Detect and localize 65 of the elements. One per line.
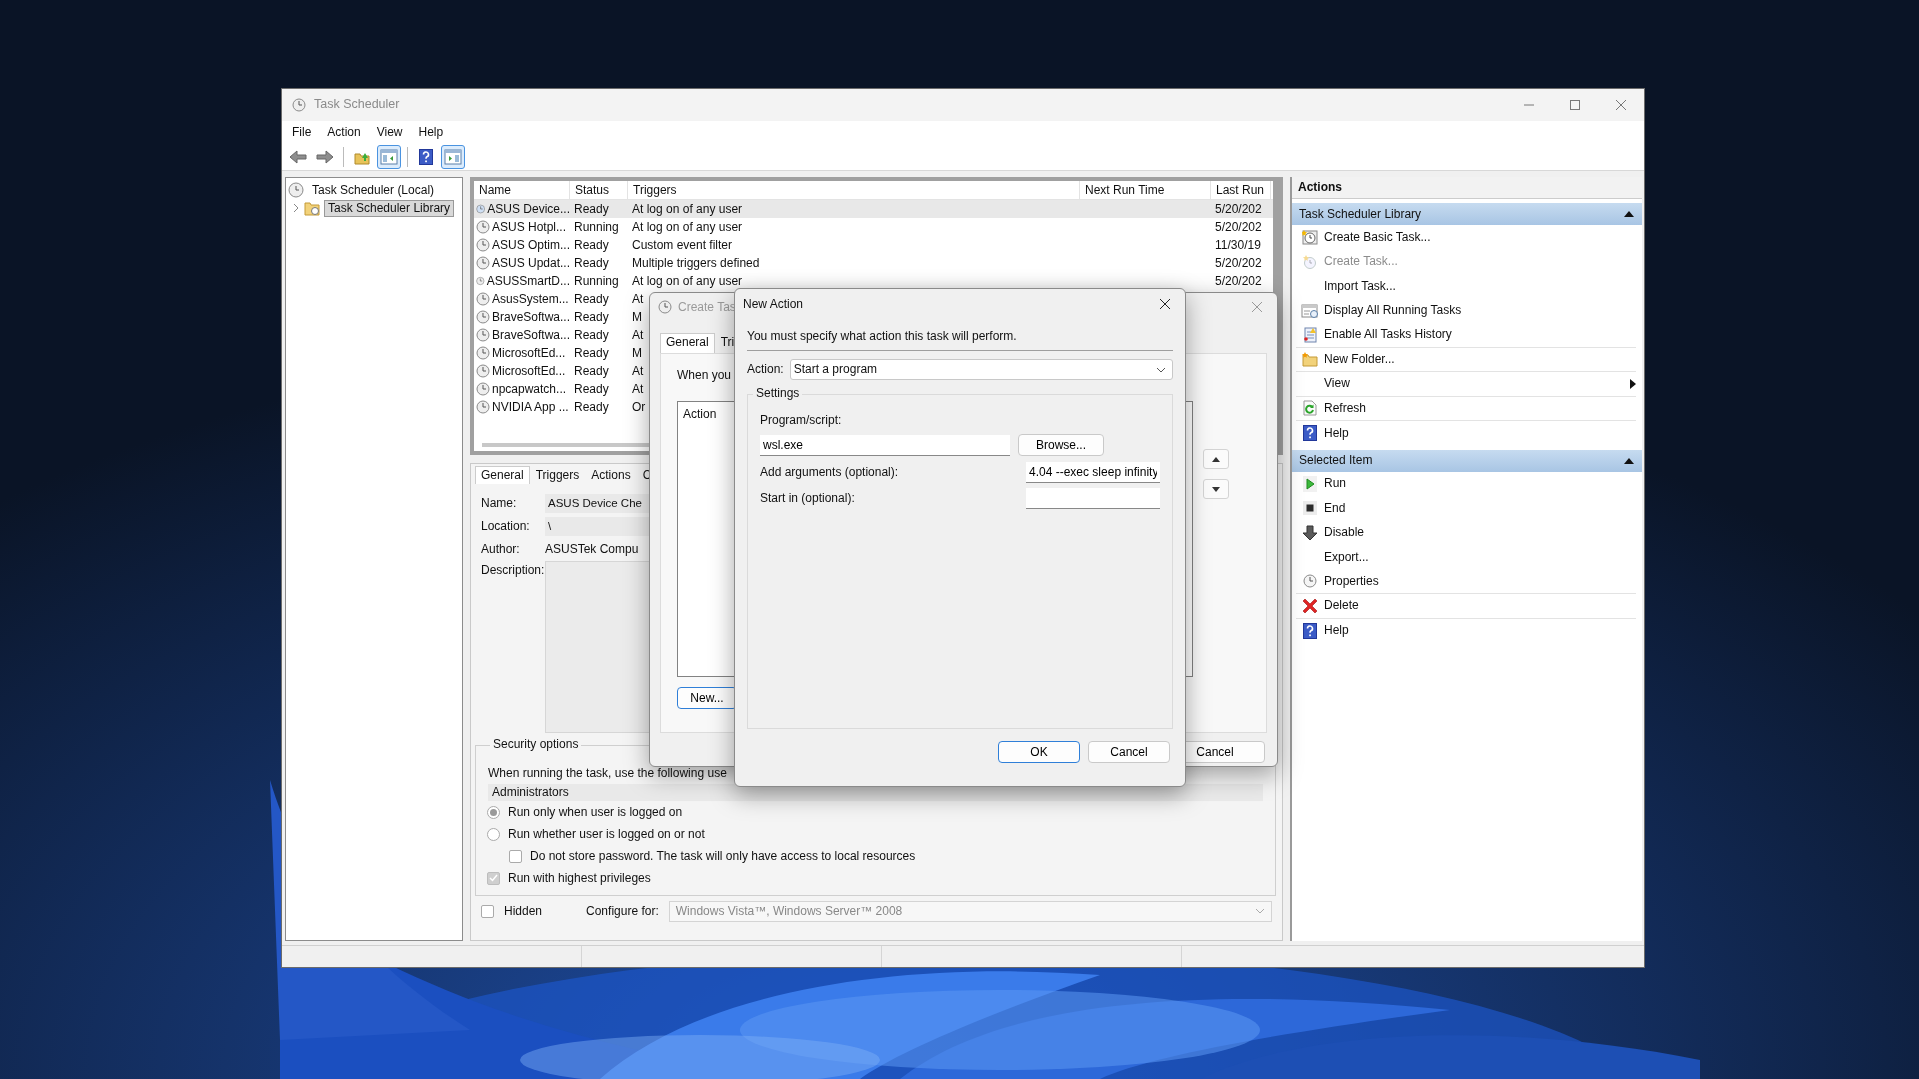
- table-cell: npcapwatch...: [492, 381, 567, 397]
- table-cell: Custom event filter: [632, 237, 733, 252]
- option-label: Do not store password. The task will only have access to local resources: [530, 848, 916, 864]
- field-label: Configure for:: [586, 903, 659, 919]
- table-cell: Running: [574, 273, 619, 288]
- table-cell: Ready: [574, 309, 609, 324]
- note-text: When running the task, use the following use: [488, 766, 728, 781]
- table-cell: Ready: [574, 363, 609, 378]
- table-cell: 11/30/19: [1215, 237, 1261, 252]
- table-cell: M: [632, 345, 642, 360]
- column-header: Action: [683, 407, 717, 421]
- table-cell: At log on of any user: [632, 201, 743, 216]
- table-cell: ASUS Hotpl...: [492, 219, 567, 235]
- table-cell: AsusSystem...: [492, 291, 569, 307]
- field-label: Name:: [480, 496, 518, 511]
- table-cell: MicrosoftEd...: [492, 363, 566, 379]
- field-label: Author:: [480, 542, 521, 557]
- table-cell: Ready: [574, 255, 609, 270]
- table-cell: Ready: [574, 399, 609, 414]
- table-cell: Running: [574, 219, 619, 234]
- option-label: Run only when user is logged on: [508, 804, 683, 820]
- table-cell: M: [632, 309, 642, 324]
- table-cell: At: [632, 381, 644, 396]
- field-label: Start in (optional):: [760, 491, 855, 506]
- table-cell: At log on of any user: [632, 273, 743, 288]
- pane-title: Actions: [1292, 177, 1642, 199]
- table-cell: At: [632, 327, 644, 342]
- table-cell: NVIDIA App ...: [492, 399, 569, 415]
- table-cell: MicrosoftEd...: [492, 345, 566, 361]
- option-label: Run whether user is logged on or not: [508, 826, 705, 842]
- table-cell: Or: [632, 399, 646, 414]
- table-cell: Ready: [574, 381, 609, 396]
- table-cell: BraveSoftwa...: [491, 309, 570, 325]
- table-cell: Ready: [574, 327, 609, 342]
- instruction-text: You must specify what action this task will perform.: [747, 329, 1173, 351]
- table-cell: At: [632, 363, 644, 378]
- table-cell: Ready: [574, 291, 609, 306]
- field-label: Action:: [747, 362, 784, 377]
- table-cell: Ready: [574, 345, 609, 360]
- table-cell: ASUS Updat...: [491, 255, 570, 271]
- field-label: Add arguments (optional):: [760, 465, 899, 480]
- field-label: Program/script:: [760, 413, 843, 428]
- field-value: ASUSTek Compu: [545, 542, 639, 557]
- table-cell: 5/20/202: [1215, 255, 1262, 270]
- table-cell: Ready: [574, 237, 609, 252]
- table-cell: ASUS Device...: [487, 201, 570, 217]
- table-cell: Ready: [574, 201, 609, 216]
- field-label: Description:: [480, 563, 545, 578]
- group-title: Settings: [753, 386, 803, 401]
- option-label: Hidden: [504, 903, 543, 919]
- table-cell: 5/20/202: [1215, 201, 1262, 216]
- table-cell: 5/20/202: [1215, 219, 1262, 234]
- table-cell: At log on of any user: [632, 219, 743, 234]
- dialog-title: New Action: [743, 296, 804, 312]
- table-cell: 5/20/202: [1215, 273, 1262, 288]
- field-label: Location:: [480, 519, 531, 534]
- table-cell: ASUS Optim...: [491, 237, 570, 253]
- table-cell: BraveSoftwa...: [491, 327, 570, 343]
- prompt-text: When you: [677, 368, 732, 382]
- option-label: Run with highest privileges: [508, 870, 651, 886]
- table-cell: At: [632, 291, 644, 306]
- window-title: Task Scheduler: [314, 97, 400, 113]
- group-title: Security options: [490, 737, 582, 752]
- table-cell: Multiple triggers defined: [632, 255, 760, 270]
- table-cell: ASUSSmartD...: [486, 273, 570, 289]
